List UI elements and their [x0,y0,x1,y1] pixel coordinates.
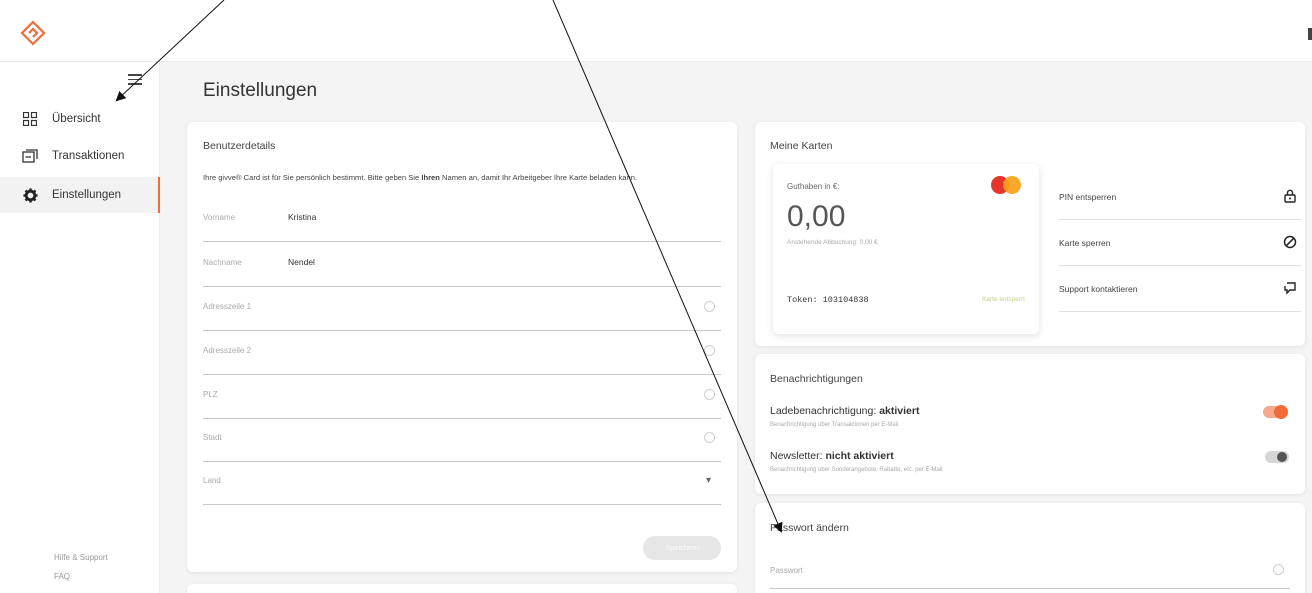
card-status: Karte entsperrt [982,296,1025,303]
password-field[interactable]: Passwort [770,547,1290,589]
pending-debit: Anstehende Abbuchung: 0,00 € [787,239,878,246]
newsletter-toggle[interactable] [1265,451,1289,463]
address-line-2-field[interactable]: Adresszeile 2 [203,331,721,375]
action-label: Support kontaktieren [1059,284,1138,294]
sidebar-item-label: Transaktionen [52,150,125,162]
sidebar-item-settings[interactable]: Einstellungen [0,177,160,213]
faq-link[interactable]: FAQ [54,572,70,581]
address-line-1-field[interactable]: Adresszeile 1 [203,287,721,331]
grid-icon [22,111,38,127]
sidebar-item-label: Einstellungen [52,189,122,201]
field-value: Kristina [288,212,317,222]
help-support-link[interactable]: Hilfe & Support [54,553,108,562]
country-select[interactable]: Land ▾ [203,461,721,505]
city-field[interactable]: Stadt [203,418,721,462]
user-menu-icon[interactable] [1308,28,1312,40]
balance-label: Guthaben in €: [787,182,840,191]
newsletter-label: Newsletter: nicht aktiviert [770,450,894,462]
zip-code-field[interactable]: PLZ [203,375,721,419]
field-label: Adresszeile 2 [203,346,252,355]
lock-icon [1284,189,1296,203]
notifications-title: Benachrichtigungen [770,373,863,385]
payment-card: Guthaben in €: 0,00 Anstehende Abbuchung… [773,164,1039,334]
last-name-field[interactable]: Nachname Nendel [203,243,721,287]
save-button[interactable]: Speichern [643,536,721,560]
user-details-title: Benutzerdetails [203,140,276,152]
info-icon [704,301,715,312]
action-label: Karte sperren [1059,238,1111,248]
top-bar [0,0,1312,62]
givve-logo-icon[interactable] [20,20,46,46]
load-notification-label: Ladebenachrichtigung: aktiviert [770,405,920,417]
balance-amount: 0,00 [787,200,846,233]
first-name-field[interactable]: Vorname Kristina [203,198,721,242]
contact-support-action[interactable]: Support kontaktieren [1059,266,1301,312]
transactions-icon [22,148,38,164]
password-title: Passwort ändern [770,522,849,534]
chat-icon [1284,282,1296,295]
page-title: Einstellungen [203,80,318,101]
hamburger-menu-icon[interactable] [128,74,142,86]
field-label: Land [203,476,221,485]
action-label: PIN entsperren [1059,192,1117,202]
sidebar: Übersicht Transaktionen Einstellungen Hi… [0,62,160,593]
sidebar-item-transactions[interactable]: Transaktionen [0,138,160,174]
info-icon [704,389,715,400]
newsletter-description: Benachrichtigung über Sonderangebote, Ra… [770,467,943,473]
user-details-card: Benutzerdetails Ihre givve® Card ist für… [187,122,737,572]
field-label: Nachname [203,258,242,267]
info-icon [704,432,715,443]
field-value: Nendel [288,257,315,267]
my-cards-title: Meine Karten [770,140,833,152]
load-notification-toggle[interactable] [1263,405,1288,419]
field-label: Passwort [770,566,803,575]
password-card: Passwort ändern Passwort [755,503,1305,593]
info-icon [704,345,715,356]
chevron-down-icon: ▾ [705,475,711,486]
block-card-action[interactable]: Karte sperren [1059,220,1301,266]
sidebar-item-label: Übersicht [52,113,101,125]
notifications-card: Benachrichtigungen Ladebenachrichtigung:… [755,354,1305,494]
my-cards-card: Meine Karten Guthaben in €: 0,00 Anstehe… [755,122,1305,346]
secondary-card [187,584,737,593]
field-label: Stadt [203,433,222,442]
field-label: PLZ [203,390,218,399]
user-details-intro: Ihre givve® Card ist für Sie persönlich … [203,173,638,182]
field-label: Vorname [203,213,236,222]
info-icon [1273,564,1284,575]
load-notification-description: Benachrichtigung über Transaktionen per … [770,422,899,428]
block-icon [1283,235,1297,249]
field-label: Adresszeile 1 [203,302,252,311]
sidebar-item-overview[interactable]: Übersicht [0,101,160,137]
gear-icon [22,187,38,203]
card-token: Token: 103104838 [787,295,869,305]
mastercard-icon [991,176,1021,194]
unlock-pin-action[interactable]: PIN entsperren [1059,174,1301,220]
